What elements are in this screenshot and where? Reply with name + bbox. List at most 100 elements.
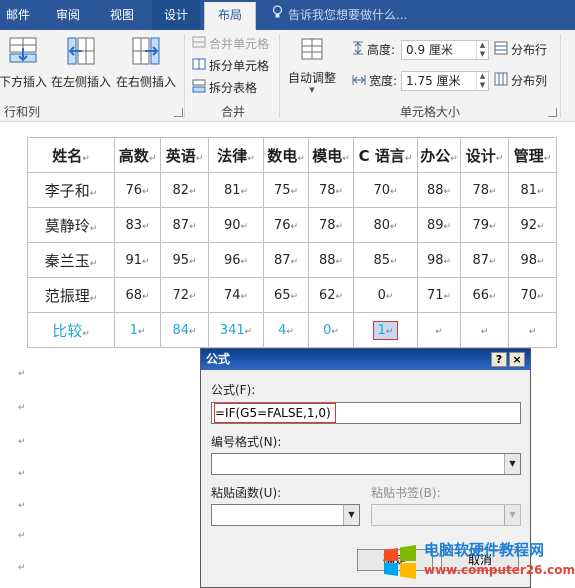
width-spinner[interactable]: 1.75 厘米 ▲ ▼ (401, 71, 489, 91)
table-cell[interactable]: 比较↵ (27, 312, 115, 348)
insert-left-button[interactable]: 在左侧插入 (50, 34, 112, 100)
score-table[interactable]: 姓名↵ 高数↵ 英语↵ 法律↵ 数电↵ 模电↵ C 语言↵ 办公↵ 设计↵ 管理… (27, 137, 557, 348)
table-header-cell[interactable]: 设计↵ (460, 137, 509, 173)
tell-me-text: 告诉我您想要做什么... (288, 8, 408, 22)
table-cell[interactable]: 78↵ (308, 172, 354, 208)
distribute-cols-button[interactable]: 分布列 (494, 71, 547, 91)
number-format-select[interactable]: ▼ (211, 453, 521, 475)
formula-input[interactable]: =IF(G5=FALSE,1,0) (211, 402, 521, 424)
insert-below-button[interactable]: 下方插入 (0, 34, 48, 100)
table-cell[interactable]: 74↵ (208, 277, 264, 313)
table-cell[interactable]: 75↵ (263, 172, 309, 208)
table-cell[interactable]: 65↵ (263, 277, 309, 313)
table-cell[interactable]: 70↵ (508, 277, 557, 313)
autofit-icon (284, 36, 340, 65)
table-cell[interactable]: 78↵ (460, 172, 509, 208)
table-cell[interactable]: 4↵ (263, 312, 309, 348)
chevron-down-icon[interactable]: ▼ (343, 505, 359, 525)
split-cells-button[interactable]: 拆分单元格 (192, 56, 269, 76)
table-header-cell[interactable]: 英语↵ (160, 137, 209, 173)
dialog-title: 公式 (206, 352, 231, 366)
chevron-down-icon[interactable]: ▼ (504, 454, 520, 474)
table-cell[interactable]: 91↵ (114, 242, 161, 278)
tell-me-box[interactable]: 告诉我您想要做什么... (270, 0, 407, 30)
dialog-titlebar[interactable]: 公式 (201, 349, 530, 370)
table-cell[interactable]: ↵ (417, 312, 461, 348)
table-cell[interactable]: 87↵ (263, 242, 309, 278)
table-cell[interactable]: 341↵ (208, 312, 264, 348)
table-cell[interactable]: 76↵ (263, 207, 309, 243)
table-cell[interactable]: 1↵ (114, 312, 161, 348)
table-header-cell[interactable]: 法律↵ (208, 137, 264, 173)
ribbon: 下方插入 在左侧插入 在右侧插入 行和列 合并单元格 拆分单元格 拆分表格 合并… (0, 30, 575, 122)
table-cell[interactable]: 88↵ (308, 242, 354, 278)
table-cell[interactable]: 0↵ (353, 277, 418, 313)
table-cell[interactable]: 李子和↵ (27, 172, 115, 208)
split-table-button[interactable]: 拆分表格 (192, 78, 257, 98)
table-header-row: 姓名↵ 高数↵ 英语↵ 法律↵ 数电↵ 模电↵ C 语言↵ 办公↵ 设计↵ 管理… (27, 137, 557, 173)
table-cell[interactable]: 92↵ (508, 207, 557, 243)
table-cell[interactable]: 71↵ (417, 277, 461, 313)
formula-label: 公式(F): (211, 383, 256, 397)
table-cell[interactable]: 62↵ (308, 277, 354, 313)
paste-function-select[interactable]: ▼ (211, 504, 360, 526)
table-header-cell[interactable]: 姓名↵ (27, 137, 115, 173)
table-cell[interactable]: 范振理↵ (27, 277, 115, 313)
chevron-down-icon: ▼ (504, 505, 520, 525)
table-cell[interactable]: 82↵ (160, 172, 209, 208)
close-button[interactable]: × (509, 352, 525, 367)
tab-mailings[interactable]: 邮件 (0, 0, 36, 30)
table-header-cell[interactable]: C 语言↵ (353, 137, 418, 173)
table-header-cell[interactable]: 管理↵ (508, 137, 557, 173)
tab-layout[interactable]: 布局 (204, 2, 256, 30)
table-cell[interactable]: 98↵ (417, 242, 461, 278)
table-cell[interactable]: 89↵ (417, 207, 461, 243)
spinner-arrows-icon[interactable]: ▲ ▼ (476, 72, 488, 90)
tab-design[interactable]: 设计 (152, 0, 200, 30)
insert-right-button[interactable]: 在右侧插入 (114, 34, 178, 100)
table-cell[interactable]: 66↵ (460, 277, 509, 313)
table-cell[interactable]: 83↵ (114, 207, 161, 243)
height-spinner[interactable]: 0.9 厘米 ▲ ▼ (401, 40, 489, 60)
table-cell[interactable]: 87↵ (460, 242, 509, 278)
table-cell[interactable]: 96↵ (208, 242, 264, 278)
table-cell[interactable]: 68↵ (114, 277, 161, 313)
table-header-cell[interactable]: 数电↵ (263, 137, 309, 173)
table-cell[interactable]: ↵ (460, 312, 509, 348)
table-cell[interactable]: 莫静玲↵ (27, 207, 115, 243)
table-cell[interactable]: 81↵ (508, 172, 557, 208)
help-button[interactable]: ? (491, 352, 507, 367)
table-cell[interactable]: 87↵ (160, 207, 209, 243)
table-header-cell[interactable]: 模电↵ (308, 137, 354, 173)
table-cell[interactable]: 90↵ (208, 207, 264, 243)
table-header-cell[interactable]: 办公↵ (417, 137, 461, 173)
table-cell[interactable]: 88↵ (417, 172, 461, 208)
table-cell[interactable]: 81↵ (208, 172, 264, 208)
tab-review[interactable]: 审阅 (48, 0, 88, 30)
table-cell[interactable]: 72↵ (160, 277, 209, 313)
rows-cols-launcher-icon[interactable] (174, 108, 183, 117)
table-cell[interactable]: ↵ (508, 312, 557, 348)
tab-view[interactable]: 视图 (100, 0, 144, 30)
merge-cells-button[interactable]: 合并单元格 (192, 34, 269, 54)
autofit-button[interactable]: 自动调整 ▼ (284, 34, 340, 100)
autofit-label: 自动调整 (287, 71, 336, 85)
table-cell[interactable]: 85↵ (353, 242, 418, 278)
table-cell[interactable]: 0↵ (308, 312, 354, 348)
table-cell[interactable]: 84↵ (160, 312, 209, 348)
table-cell[interactable]: 78↵ (308, 207, 354, 243)
table-cell[interactable]: 95↵ (160, 242, 209, 278)
selected-formula-cell[interactable]: 1↵ (353, 312, 418, 348)
distribute-rows-button[interactable]: 分布行 (494, 40, 547, 60)
table-cell[interactable]: 98↵ (508, 242, 557, 278)
table-cell[interactable]: 秦兰玉↵ (27, 242, 115, 278)
table-header-cell[interactable]: 高数↵ (114, 137, 161, 173)
spinner-arrows-icon[interactable]: ▲ ▼ (476, 41, 488, 59)
insert-left-icon (50, 36, 112, 69)
cell-size-launcher-icon[interactable] (548, 108, 557, 117)
table-cell[interactable]: 79↵ (460, 207, 509, 243)
compare-row: 比较↵ 1↵ 84↵ 341↵ 4↵ 0↵ 1↵ ↵ ↵ ↵ (27, 312, 557, 348)
table-cell[interactable]: 76↵ (114, 172, 161, 208)
table-cell[interactable]: 80↵ (353, 207, 418, 243)
table-cell[interactable]: 70↵ (353, 172, 418, 208)
